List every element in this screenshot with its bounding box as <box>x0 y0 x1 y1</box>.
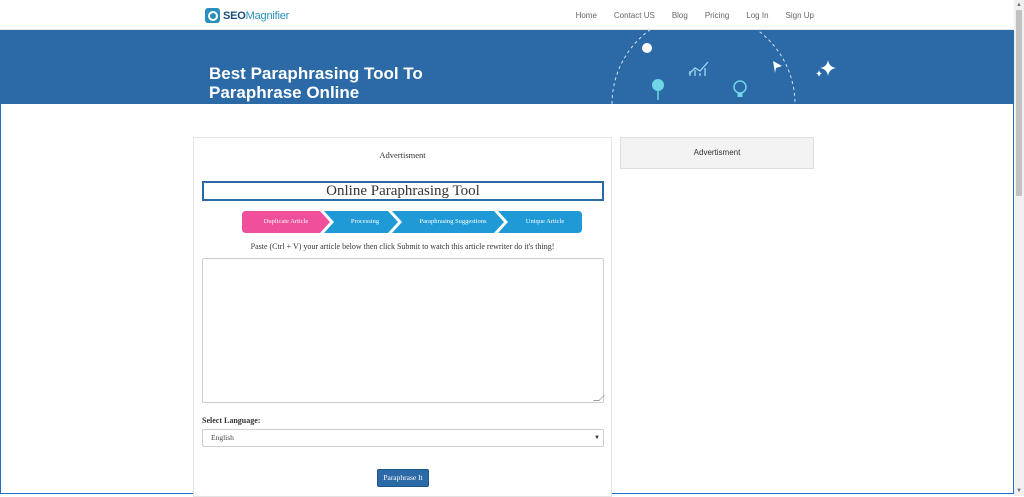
language-selected-value: English <box>211 433 234 442</box>
tool-title: Online Paraphrasing Tool <box>202 181 604 201</box>
small-sparkle-icon <box>816 70 822 77</box>
step-3-label: Paraphrasing Suggestions <box>419 218 487 225</box>
step-1-label: Duplicate Article <box>263 218 309 225</box>
pin-icon <box>652 79 664 100</box>
step-4-label: Unique Article <box>525 218 565 225</box>
sparkle-icon <box>820 60 836 76</box>
advertisement-label: Advertisment <box>379 150 426 160</box>
paper-plane-icon <box>773 61 782 73</box>
nav-pricing-link[interactable]: Pricing <box>705 11 729 20</box>
step-2-label: Processing <box>350 218 380 225</box>
tool-panel: Advertisment Online Paraphrasing Tool Du… <box>193 137 612 497</box>
scroll-up-arrow-icon[interactable]: ▲ <box>1014 0 1024 10</box>
nav-home-link[interactable]: Home <box>576 11 597 20</box>
dropdown-caret-icon: ▼ <box>594 435 600 441</box>
logo-text: SEOMagnifier <box>223 9 290 22</box>
language-select[interactable]: English ▼ <box>202 429 604 447</box>
hero-illustration <box>611 30 836 104</box>
nav-signup-link[interactable]: Sign Up <box>786 11 814 20</box>
resize-handle-icon[interactable] <box>593 395 605 401</box>
nav-contact-link[interactable]: Contact US <box>614 11 655 20</box>
instruction-text: Paste (Ctrl + V) your article below then… <box>250 242 555 251</box>
paraphrase-button[interactable]: Paraphrase It <box>377 469 429 487</box>
scroll-down-arrow-icon[interactable]: ▼ <box>1014 486 1024 496</box>
hero-banner: Best Paraphrasing Tool To Paraphrase Onl… <box>0 30 1014 104</box>
page-title: Best Paraphrasing Tool To Paraphrase Onl… <box>209 64 423 102</box>
dot-icon <box>642 43 652 53</box>
scrollbar-thumb[interactable] <box>1016 10 1022 196</box>
logo-icon <box>205 8 220 23</box>
article-textarea[interactable] <box>202 258 605 403</box>
top-navbar: SEOMagnifier Home Contact US Blog Pricin… <box>0 0 1014 30</box>
lightbulb-icon <box>733 80 747 97</box>
site-logo[interactable]: SEOMagnifier <box>205 8 289 23</box>
nav-blog-link[interactable]: Blog <box>672 11 688 20</box>
sidebar-advertisement: Advertisment <box>620 137 814 169</box>
chart-icon <box>688 61 709 76</box>
nav-login-link[interactable]: Log In <box>746 11 768 20</box>
language-label: Select Language: <box>202 416 261 425</box>
nav-links: Home Contact US Blog Pricing Log In Sign… <box>559 0 814 30</box>
